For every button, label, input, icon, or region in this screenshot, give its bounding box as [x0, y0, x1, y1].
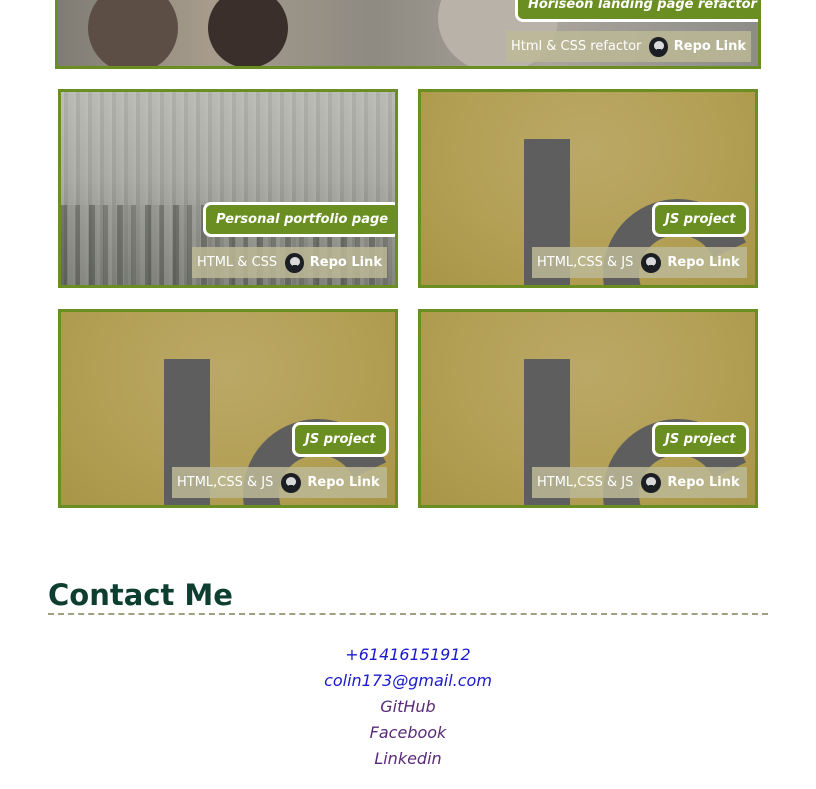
project-card-js-1: JS project HTML,CSS & JS Repo Link: [418, 89, 758, 288]
project-card-portfolio: Personal portfolio page HTML & CSS Repo …: [58, 89, 398, 288]
person-shape: [88, 0, 178, 66]
project-title-badge[interactable]: Personal portfolio page: [203, 202, 395, 237]
github-link[interactable]: GitHub: [380, 697, 435, 716]
tech-label: HTML,CSS & JS: [537, 255, 634, 270]
project-card-js-2: JS project HTML,CSS & JS Repo Link: [58, 309, 398, 508]
contact-item: GitHub: [0, 694, 816, 720]
project-title-badge[interactable]: JS project: [652, 202, 749, 237]
contact-item: Linkedin: [0, 746, 816, 772]
repo-strip: HTML,CSS & JS Repo Link: [172, 467, 387, 498]
repo-link[interactable]: Repo Link: [310, 255, 382, 270]
repo-strip: HTML,CSS & JS Repo Link: [532, 467, 747, 498]
tech-label: HTML,CSS & JS: [537, 475, 634, 490]
linkedin-link[interactable]: Linkedin: [374, 749, 441, 768]
github-icon: [641, 252, 662, 273]
phone-link[interactable]: +61416151912: [345, 645, 470, 664]
tech-label: Html & CSS refactor: [511, 39, 642, 54]
repo-strip: HTML & CSS Repo Link: [192, 247, 387, 278]
contact-item: Facebook: [0, 720, 816, 746]
repo-strip: Html & CSS refactor Repo Link: [506, 31, 751, 62]
project-title-badge[interactable]: JS project: [292, 422, 389, 457]
project-card-js-3: JS project HTML,CSS & JS Repo Link: [418, 309, 758, 508]
repo-link[interactable]: Repo Link: [667, 255, 739, 270]
repo-link[interactable]: Repo Link: [674, 39, 746, 54]
github-icon: [281, 472, 302, 493]
contact-item: +61416151912: [0, 642, 816, 668]
repo-link[interactable]: Repo Link: [667, 475, 739, 490]
project-title-badge[interactable]: JS project: [652, 422, 749, 457]
tech-label: HTML & CSS: [197, 255, 278, 270]
person-shape: [208, 0, 288, 66]
project-card-horiseon: Horiseon landing page refactor Html & CS…: [55, 0, 761, 69]
repo-link[interactable]: Repo Link: [307, 475, 379, 490]
contact-divider: [48, 613, 768, 615]
repo-strip: HTML,CSS & JS Repo Link: [532, 247, 747, 278]
tech-label: HTML,CSS & JS: [177, 475, 274, 490]
github-icon: [641, 472, 662, 493]
github-icon: [285, 252, 304, 273]
project-title-badge[interactable]: Horiseon landing page refactor: [515, 0, 758, 22]
contact-list: +61416151912 colin173@gmail.com GitHub F…: [0, 642, 816, 772]
email-link[interactable]: colin173@gmail.com: [324, 671, 492, 690]
contact-item: colin173@gmail.com: [0, 668, 816, 694]
github-icon: [649, 36, 668, 57]
facebook-link[interactable]: Facebook: [370, 723, 447, 742]
contact-heading: Contact Me: [48, 578, 233, 612]
